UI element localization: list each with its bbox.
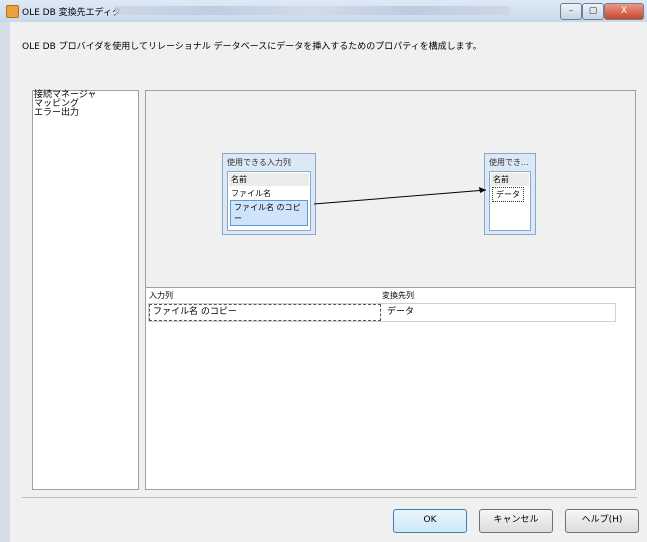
dest-list-header: 名前 <box>491 173 529 186</box>
nav-item-error-output[interactable]: エラー出力 <box>33 109 138 118</box>
window-title: OLE DB 変換先エディタ <box>22 8 121 18</box>
input-columns-list: 名前 ファイル名 ファイル名 のコピー <box>227 171 311 231</box>
mapping-line <box>313 187 487 205</box>
mapping-panel: 使用できる入力列 名前 ファイル名 ファイル名 のコピー 使用でき... 名前 … <box>145 90 636 490</box>
column-header-dest: 変換先列 <box>382 291 414 300</box>
table-row[interactable]: ファイル名 のコピー データ <box>148 303 616 322</box>
input-list-header: 名前 <box>229 173 309 186</box>
help-button[interactable]: ヘルプ(H) <box>565 509 639 533</box>
ok-button[interactable]: OK <box>393 509 467 533</box>
input-column-cell[interactable]: ファイル名 のコピー <box>149 304 381 321</box>
dest-column-cell[interactable]: データ <box>385 304 615 321</box>
button-separator <box>22 497 637 498</box>
cancel-button[interactable]: キャンセル <box>479 509 553 533</box>
input-box-title: 使用できる入力列 <box>227 158 291 167</box>
dest-box-title: 使用でき... <box>489 158 529 167</box>
column-header-input: 入力列 <box>149 291 173 300</box>
background-window-strip <box>115 6 510 15</box>
nav-list: 接続マネージャ マッピング エラー出力 <box>32 90 139 490</box>
maximize-button[interactable]: ▢ <box>582 3 604 20</box>
dest-columns-list: 名前 データ <box>489 171 531 231</box>
input-column-item[interactable]: ファイル名 <box>228 187 310 200</box>
mapping-canvas: 使用できる入力列 名前 ファイル名 ファイル名 のコピー 使用でき... 名前 … <box>146 91 635 288</box>
available-dest-columns-box[interactable]: 使用でき... 名前 データ <box>484 153 536 235</box>
input-column-item-selected[interactable]: ファイル名 のコピー <box>230 200 308 226</box>
title-bar: OLE DB 変換先エディタ – ▢ X <box>0 0 647 23</box>
app-icon <box>6 5 19 18</box>
close-button[interactable]: X <box>604 3 644 20</box>
mapping-grid-header: 入力列 変換先列 <box>146 288 635 300</box>
dialog-description: OLE DB プロバイダを使用してリレーショナル データベースにデータを挿入する… <box>22 42 482 52</box>
dest-column-item[interactable]: データ <box>492 187 524 202</box>
available-input-columns-box[interactable]: 使用できる入力列 名前 ファイル名 ファイル名 のコピー <box>222 153 316 235</box>
minimize-button[interactable]: – <box>560 3 582 20</box>
